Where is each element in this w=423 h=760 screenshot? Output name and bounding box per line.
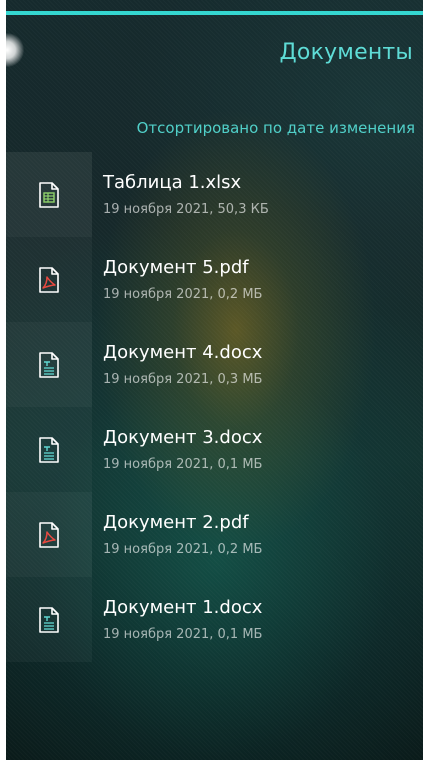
documents-screen: Документы Отсортировано по дате изменени…: [6, 0, 423, 760]
file-item-pdf-5[interactable]: Документ 5.pdf 19 ноября 2021, 0,2 МБ: [6, 237, 423, 322]
file-icon-cell: [6, 577, 92, 662]
pdf-icon: [39, 266, 59, 293]
file-item-pdf-2[interactable]: Документ 2.pdf 19 ноября 2021, 0,2 МБ: [6, 492, 423, 577]
text-document-icon: [39, 606, 59, 633]
pdf-icon: [39, 521, 59, 548]
file-item-docx-1[interactable]: Документ 1.docx 19 ноября 2021, 0,1 МБ: [6, 577, 423, 662]
file-details: 19 ноября 2021, 0,2 МБ: [103, 287, 263, 302]
pulley-glow-indicator: [6, 33, 24, 67]
text-document-icon: [39, 436, 59, 463]
text-document-icon: [39, 351, 59, 378]
file-name: Документ 1.docx: [103, 597, 263, 618]
file-name: Документ 5.pdf: [103, 257, 249, 278]
file-details: 19 ноября 2021, 0,1 МБ: [103, 627, 263, 642]
file-icon-cell: [6, 322, 92, 407]
file-icon-cell: [6, 152, 92, 237]
file-name: Документ 4.docx: [103, 342, 263, 363]
sort-order-label: Отсортировано по дате изменения: [136, 119, 415, 137]
file-item-docx-3[interactable]: Документ 3.docx 19 ноября 2021, 0,1 МБ: [6, 407, 423, 492]
file-icon-cell: [6, 407, 92, 492]
file-details: 19 ноября 2021, 0,1 МБ: [103, 457, 263, 472]
spreadsheet-icon: [39, 181, 59, 208]
file-icon-cell: [6, 492, 92, 577]
file-item-spreadsheet-1[interactable]: Таблица 1.xlsx 19 ноября 2021, 50,3 КБ: [6, 152, 423, 237]
file-icon-cell: [6, 237, 92, 322]
file-name: Таблица 1.xlsx: [103, 172, 242, 193]
page-title: Документы: [279, 40, 413, 65]
file-name: Документ 3.docx: [103, 427, 263, 448]
top-accent-bar: [6, 11, 423, 15]
file-list: Таблица 1.xlsx 19 ноября 2021, 50,3 КБ Д…: [6, 152, 423, 662]
file-details: 19 ноября 2021, 50,3 КБ: [103, 202, 269, 217]
file-name: Документ 2.pdf: [103, 512, 249, 533]
file-details: 19 ноября 2021, 0,3 МБ: [103, 372, 263, 387]
file-details: 19 ноября 2021, 0,2 МБ: [103, 542, 263, 557]
file-item-docx-4[interactable]: Документ 4.docx 19 ноября 2021, 0,3 МБ: [6, 322, 423, 407]
